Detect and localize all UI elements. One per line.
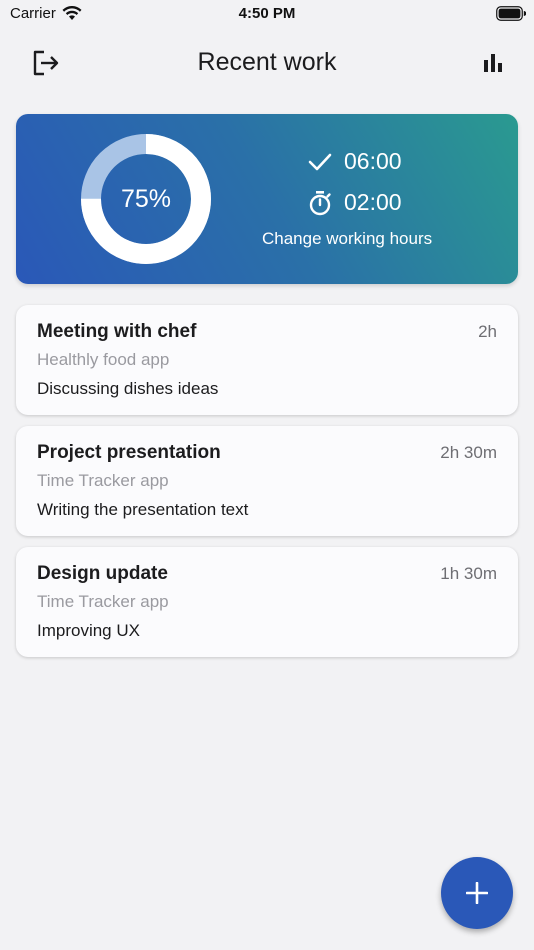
work-item[interactable]: Meeting with chef 2h Healthly food app D… — [16, 305, 518, 415]
status-bar: Carrier 4:50 PM — [0, 0, 534, 30]
add-work-button[interactable] — [441, 857, 513, 929]
header: Recent work — [0, 38, 534, 88]
status-time: 4:50 PM — [238, 5, 296, 22]
work-description: Improving UX — [37, 621, 140, 640]
work-project: Healthly food app — [37, 350, 170, 369]
battery-icon — [496, 6, 526, 21]
stopwatch-icon — [309, 190, 331, 215]
done-hours: 06:00 — [344, 148, 402, 174]
change-working-hours-link[interactable]: Change working hours — [262, 229, 432, 249]
work-duration: 2h 30m — [440, 443, 497, 462]
done-hours-row: 06:00 — [308, 148, 402, 175]
page-title: Recent work — [197, 48, 337, 76]
summary-card: 75% 06:00 02:00 Change working hours — [16, 114, 518, 284]
stats-button[interactable] — [478, 48, 508, 78]
work-list: Meeting with chef 2h Healthly food app D… — [16, 305, 518, 668]
work-item[interactable]: Design update 1h 30m Time Tracker app Im… — [16, 547, 518, 657]
work-duration: 1h 30m — [440, 564, 497, 583]
work-title: Project presentation — [37, 442, 221, 463]
work-title: Design update — [37, 563, 168, 584]
work-project: Time Tracker app — [37, 471, 169, 490]
plus-icon — [466, 882, 488, 904]
work-description: Discussing dishes ideas — [37, 379, 219, 398]
work-project: Time Tracker app — [37, 592, 169, 611]
progress-percentage: 75% — [120, 184, 172, 213]
work-item[interactable]: Project presentation 2h 30m Time Tracker… — [16, 426, 518, 536]
work-description: Writing the presentation text — [37, 500, 249, 519]
remaining-hours: 02:00 — [344, 189, 402, 215]
work-duration: 2h — [478, 322, 497, 341]
remaining-hours-row: 02:00 — [308, 189, 402, 216]
check-icon — [308, 153, 332, 170]
bar-chart-icon — [484, 54, 502, 72]
work-title: Meeting with chef — [37, 321, 197, 342]
